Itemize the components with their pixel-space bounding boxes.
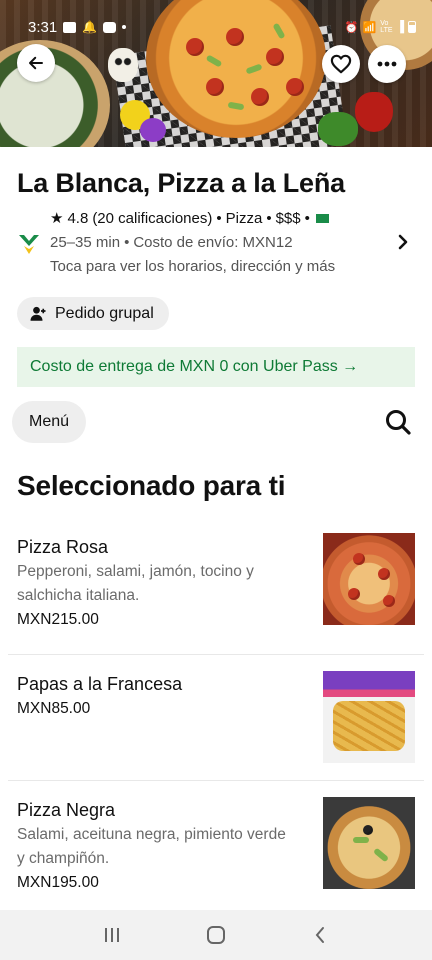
- status-bar: 3:31 🔔 ⏰ 📶 Vo LTE ▐: [0, 0, 432, 40]
- more-options-button[interactable]: [368, 45, 406, 83]
- status-time: 3:31: [28, 18, 58, 36]
- store-badge-icon: [19, 235, 39, 254]
- item-price: MXN85.00: [17, 700, 91, 717]
- recent-apps-button[interactable]: [92, 915, 132, 955]
- more-info-text: Toca para ver los horarios, dirección y …: [50, 257, 336, 275]
- group-order-label: Pedido grupal: [55, 304, 154, 322]
- search-button[interactable]: [384, 408, 412, 436]
- notification-bell-icon: 🔔: [82, 20, 98, 34]
- section-title: Seleccionado para ti: [17, 470, 286, 501]
- chevron-left-icon: [315, 927, 324, 943]
- wifi-icon: 📶: [362, 21, 377, 34]
- price-level: $$$: [275, 209, 301, 227]
- item-description: Pepperoni, salami, jamón, tocino y salch…: [17, 563, 254, 604]
- delivery-time: 25–35 min: [50, 233, 121, 251]
- promo-text: Costo de entrega de MXN 0 con Uber Pass …: [30, 358, 359, 375]
- signal-label: Vo LTE: [380, 20, 393, 34]
- separator-dot: •: [266, 209, 272, 227]
- system-navigation-bar: [0, 910, 432, 960]
- item-image: [323, 671, 415, 763]
- separator-dot: •: [124, 233, 130, 251]
- item-price: MXN215.00: [17, 611, 99, 628]
- menu-item-pizza-rosa[interactable]: Pizza Rosa Pepperoni, salami, jamón, toc…: [0, 520, 432, 650]
- item-name: Pizza Rosa: [17, 537, 109, 557]
- alarm-icon: ⏰: [344, 21, 359, 34]
- heart-icon: [330, 54, 352, 74]
- signal-bars-icon: ▐: [396, 21, 404, 33]
- delivery-fee: Costo de envío: MXN12: [133, 233, 293, 251]
- delivery-line: 25–35 min • Costo de envío: MXN12: [50, 230, 380, 254]
- battery-icon: [408, 21, 416, 33]
- more-dots-icon: [377, 61, 397, 67]
- store-name: La Blanca, Pizza a la Leña: [17, 168, 345, 198]
- recent-apps-icon: [105, 928, 119, 942]
- gallery-icon: [63, 21, 77, 33]
- menu-item-papas-a-la-francesa[interactable]: Papas a la Francesa MXN85.00: [0, 656, 432, 778]
- system-back-button[interactable]: [300, 915, 340, 955]
- menu-label: Menú: [28, 413, 70, 430]
- chevron-right-icon: [398, 234, 408, 250]
- store-category: Pizza: [225, 209, 263, 227]
- favorite-button[interactable]: [322, 45, 360, 83]
- search-icon: [386, 410, 411, 435]
- arrow-left-icon: [29, 56, 43, 70]
- item-image: [323, 533, 415, 625]
- item-name: Papas a la Francesa: [17, 674, 183, 694]
- ticket-icon: [315, 213, 329, 223]
- menu-item-pizza-negra[interactable]: Pizza Negra Salami, aceituna negra, pimi…: [0, 782, 432, 908]
- rating-line: ★ 4.8 (20 calificaciones) • Pizza • $$$ …: [50, 206, 380, 230]
- item-price: MXN195.00: [17, 874, 99, 891]
- rating-value: 4.8: [67, 209, 89, 227]
- item-name: Pizza Negra: [17, 800, 116, 820]
- store-info-row[interactable]: ★ 4.8 (20 calificaciones) • Pizza • $$$ …: [17, 206, 417, 278]
- home-icon: [207, 926, 225, 944]
- item-image: [323, 797, 415, 889]
- menu-button[interactable]: Menú: [12, 401, 86, 443]
- uber-pass-promo-banner[interactable]: Costo de entrega de MXN 0 con Uber Pass …: [17, 347, 415, 387]
- more-notifications-icon: [122, 25, 127, 29]
- separator-dot: •: [216, 209, 222, 227]
- back-button[interactable]: [17, 44, 55, 82]
- youtube-icon: [103, 21, 117, 33]
- item-description: Salami, aceituna negra, pimiento verde y…: [17, 826, 286, 867]
- add-person-icon: [30, 306, 46, 321]
- ratings-count: (20 calificaciones): [92, 209, 213, 227]
- home-button[interactable]: [196, 915, 236, 955]
- divider: [8, 780, 424, 781]
- separator-dot: •: [304, 209, 310, 227]
- star-icon: ★: [50, 210, 64, 227]
- divider: [8, 654, 424, 655]
- group-order-button[interactable]: Pedido grupal: [17, 297, 169, 330]
